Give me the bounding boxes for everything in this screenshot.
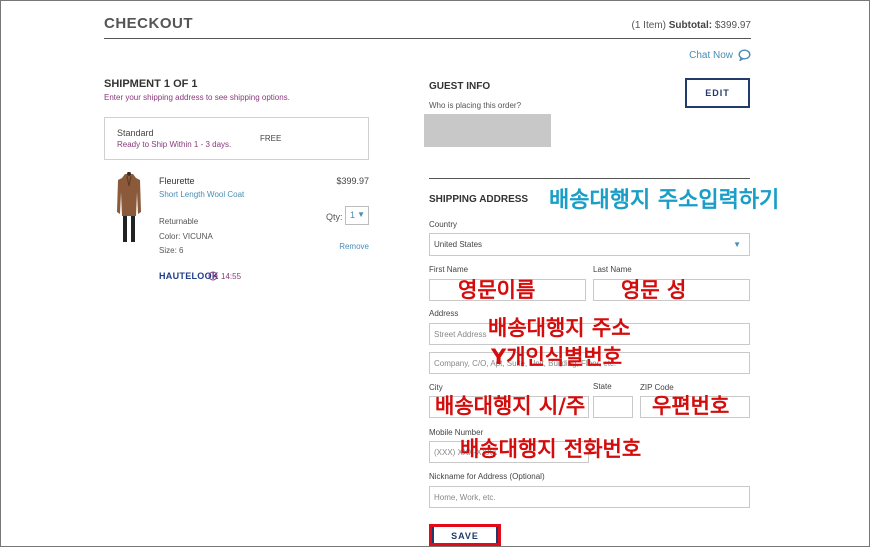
first-name-label: First Name	[429, 265, 469, 274]
coat-product-image	[117, 172, 141, 242]
annotation-shipping-header: 배송대행지 주소입력하기	[549, 188, 780, 213]
item-returnable: Returnable	[159, 217, 199, 226]
shipment-title: SHIPMENT 1 OF 1	[104, 78, 198, 90]
chevron-down-icon: ▼	[733, 240, 741, 249]
last-name-label: Last Name	[593, 265, 632, 274]
remove-item-link[interactable]: Remove	[339, 242, 369, 251]
page-title: CHECKOUT	[104, 15, 193, 32]
edit-guest-button[interactable]: EDIT	[685, 78, 750, 108]
timer-value: 14:55	[221, 271, 242, 281]
street-address-placeholder: Street Address	[434, 329, 487, 339]
save-button[interactable]: SAVE	[429, 524, 501, 546]
nickname-placeholder: Home, Work, etc.	[434, 492, 496, 502]
address-label: Address	[429, 309, 459, 318]
chat-now-link[interactable]: Chat Now	[689, 49, 751, 61]
qty-select[interactable]: 1 ▼	[345, 206, 369, 225]
save-button-label: SAVE	[434, 527, 496, 543]
annotation-first-name: 영문이름	[458, 278, 536, 302]
shipping-method-eta: Ready to Ship Within 1 - 3 days.	[117, 140, 232, 149]
annotation-phone: 배송대행지 전화번호	[460, 437, 642, 461]
chat-bubble-icon	[738, 49, 751, 61]
zip-label: ZIP Code	[640, 383, 674, 392]
annotation-address: 배송대행지 주소	[488, 316, 631, 340]
chevron-down-icon: ▼	[357, 210, 365, 219]
guest-info-title: GUEST INFO	[429, 81, 491, 92]
qty-value: 1	[350, 210, 356, 220]
chat-now-label: Chat Now	[689, 49, 733, 61]
shipping-section-divider	[429, 178, 750, 179]
item-size: Size: 6	[159, 246, 184, 255]
state-label: State	[593, 382, 612, 391]
shipping-method-option[interactable]: Standard Ready to Ship Within 1 - 3 days…	[104, 117, 369, 160]
item-count: (1 Item)	[631, 20, 666, 31]
annotation-last-name: 영문 성	[621, 278, 687, 302]
guest-info-subtitle: Who is placing this order?	[429, 101, 522, 110]
annotation-personal-id: Y개인식별번호	[491, 345, 623, 369]
state-select[interactable]	[593, 396, 633, 418]
shipping-address-title: SHIPPING ADDRESS	[429, 194, 529, 205]
subtotal-value: $399.97	[714, 20, 751, 31]
order-summary: (1 Item) Subtotal: $399.97	[632, 20, 752, 31]
reservation-timer: 14:55	[208, 271, 241, 281]
nickname-label: Nickname for Address (Optional)	[429, 472, 545, 481]
annotation-zip: 우편번호	[652, 394, 730, 418]
city-label: City	[429, 383, 443, 392]
item-color: Color: VICUNA	[159, 232, 213, 241]
nickname-input[interactable]: Home, Work, etc.	[429, 486, 750, 508]
qty-label: Qty:	[326, 212, 343, 222]
clock-icon	[208, 271, 218, 281]
header-divider	[104, 38, 751, 39]
country-select[interactable]: United States ▼	[429, 233, 750, 256]
shipping-method-price: FREE	[260, 134, 282, 143]
item-price: $399.97	[336, 176, 369, 186]
item-name: Fleurette	[159, 176, 195, 186]
subtotal-label: Subtotal:	[668, 20, 713, 31]
annotation-city-state: 배송대행지 시/주	[435, 394, 586, 418]
country-label: Country	[429, 220, 458, 229]
shipment-subtitle: Enter your shipping address to see shipp…	[104, 93, 290, 102]
mobile-label: Mobile Number	[429, 428, 484, 437]
guest-info-redacted	[424, 114, 551, 147]
shipping-method-name: Standard	[117, 128, 154, 138]
country-value: United States	[434, 240, 483, 249]
item-description-link[interactable]: Short Length Wool Coat	[159, 190, 244, 199]
